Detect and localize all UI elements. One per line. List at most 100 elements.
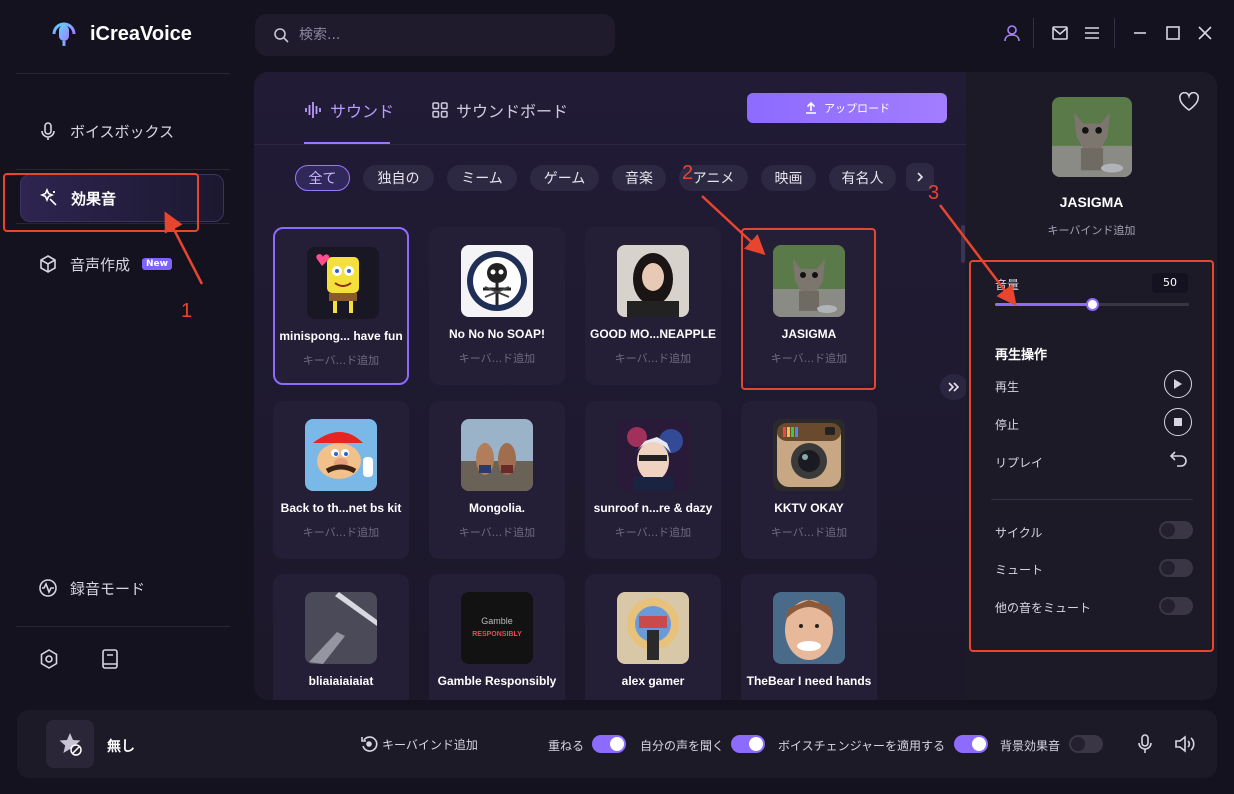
sidebar-divider [16,169,230,170]
sound-thumbnail-wrestlers [461,419,533,491]
collapse-panel-button[interactable] [940,374,968,400]
menu-icon[interactable] [1083,24,1101,42]
sound-card[interactable]: No No No SOAP! キーバ...ド追加 [429,227,565,385]
sidebar-item-voicebox[interactable]: ボイスボックス [20,107,224,155]
book-icon[interactable] [99,648,121,670]
sound-card[interactable]: Mongolia. キーバ...ド追加 [429,401,565,559]
sound-title: KKTV OKAY [774,501,844,515]
settings-icon[interactable] [38,648,60,670]
waveform-circle-icon [38,578,58,598]
sound-title: Back to th...net bs kit [280,501,402,515]
keybind-label: キーバ...ド追加 [458,526,536,539]
sound-card[interactable]: GOOD MO...NEAPPLE キーバ...ド追加 [585,227,721,385]
upload-button[interactable]: アップロード [747,93,947,123]
microphone-logo-icon [50,20,78,48]
chip-music[interactable]: 音楽 [612,165,666,191]
detail-thumbnail-dog [1052,97,1132,177]
app-name: iCreaVoice [90,22,192,45]
annotation-box-selected-card [741,228,876,390]
tab-label: サウンドボード [456,102,569,121]
apply-changer-label: ボイスチェンジャーを適用する [778,739,946,753]
microphone-icon[interactable] [1136,734,1154,754]
chip-celebrity[interactable]: 有名人 [829,165,896,191]
current-sound-name: 無し [107,739,135,755]
bottom-bar: 無し キーバインド追加 重ねる 自分の声を聞く ボイスチェンジャーを適用する 背… [17,710,1217,778]
app-brand: iCreaVoice [50,20,192,48]
sound-card[interactable]: KKTV OKAY キーバ...ド追加 [741,401,877,559]
chip-original[interactable]: 独自の [363,165,434,191]
keybind-label: キーバ...ド追加 [770,526,848,539]
sound-thumbnail-spongebob [307,247,379,319]
sound-card[interactable]: TheBear I need hands [741,574,877,700]
annotation-box-sound-effects [3,173,199,232]
sound-title: sunroof n...re & dazy [593,501,713,515]
keybind-label: キーバ...ド追加 [614,352,692,365]
heart-icon[interactable] [1178,92,1200,112]
toggle-knob [610,737,624,751]
current-sound-slot[interactable] [46,720,94,768]
star-slash-icon [57,731,83,757]
toggle-knob [749,737,763,751]
chip-game[interactable]: ゲーム [530,165,599,191]
sound-thumbnail-gamble: Gamble RESPONSIBLY [461,592,533,664]
sidebar-item-label: ボイスボックス [70,122,175,141]
thumb-text-responsibly: RESPONSIBLY [472,631,522,638]
sound-card[interactable]: bliaiaiaiaiat [273,574,409,700]
sound-card[interactable]: Back to th...net bs kit キーバ...ド追加 [273,401,409,559]
sound-title: TheBear I need hands [746,674,872,688]
waveform-icon [304,101,322,119]
sidebar-item-voice-creation[interactable]: 音声作成 New [20,240,224,288]
search-icon [273,27,289,43]
sound-thumbnail-bliaiaiaiaiat [305,592,377,664]
sound-title: bliaiaiaiaiat [308,674,374,688]
user-icon[interactable] [1003,24,1021,42]
sound-card[interactable]: Gamble RESPONSIBLY Gamble Responsibly [429,574,565,700]
sidebar-item-label: 録音モード [70,579,146,598]
sound-thumbnail-anime [617,419,689,491]
mail-icon[interactable] [1051,24,1069,42]
new-badge: New [142,258,172,270]
sound-card[interactable]: sunroof n...re & dazy キーバ...ド追加 [585,401,721,559]
bottom-keybind-button[interactable]: キーバインド追加 [360,735,478,753]
detail-keybind-link[interactable]: キーバインド追加 [966,222,1217,238]
tab-soundboard[interactable]: サウンドボード [432,98,568,122]
sound-title: alex gamer [621,674,685,688]
search-input[interactable] [299,27,579,43]
hear-self-label: 自分の声を聞く [640,739,725,753]
speaker-icon[interactable] [1174,734,1196,754]
search-bar[interactable] [255,14,615,56]
bg-effect-label: 背景効果音 [1000,739,1061,753]
maximize-icon[interactable] [1164,24,1182,42]
sound-thumbnail-seal [617,592,689,664]
sound-thumbnail-portrait [617,245,689,317]
chip-meme[interactable]: ミーム [447,165,517,191]
sound-card[interactable]: minispong... have fun キーバ...ド追加 [273,227,409,385]
overlap-toggle[interactable] [592,735,626,753]
bg-effect-toggle[interactable] [1069,735,1103,753]
keybind-label: キーバ...ド追加 [302,354,380,367]
hear-self-toggle[interactable] [731,735,765,753]
chip-movie[interactable]: 映画 [761,165,816,191]
close-icon[interactable] [1196,24,1214,42]
toggle-knob [972,737,986,751]
header-divider [1114,18,1115,48]
header-divider [1033,18,1034,48]
annotation-box-detail-controls [969,260,1214,652]
toggle-knob [1071,737,1085,751]
minimize-icon[interactable] [1131,24,1149,42]
keybind-label: キーバ...ド追加 [302,526,380,539]
sound-title: Gamble Responsibly [437,674,557,688]
tab-sound[interactable]: サウンド [304,98,394,122]
sound-title: minispong... have fun [279,329,403,343]
cube-icon [38,254,58,274]
scrollbar[interactable] [961,225,965,263]
apply-changer-toggle[interactable] [954,735,988,753]
sidebar-divider [16,626,230,627]
sound-card[interactable]: alex gamer [585,574,721,700]
keybind-label: キーバインド追加 [382,737,478,752]
annotation-number-3: 3 [928,182,940,204]
tab-divider [254,144,966,145]
tab-label: サウンド [330,102,395,121]
chip-all[interactable]: 全て [295,165,350,191]
sidebar-item-recording-mode[interactable]: 録音モード [20,564,224,612]
